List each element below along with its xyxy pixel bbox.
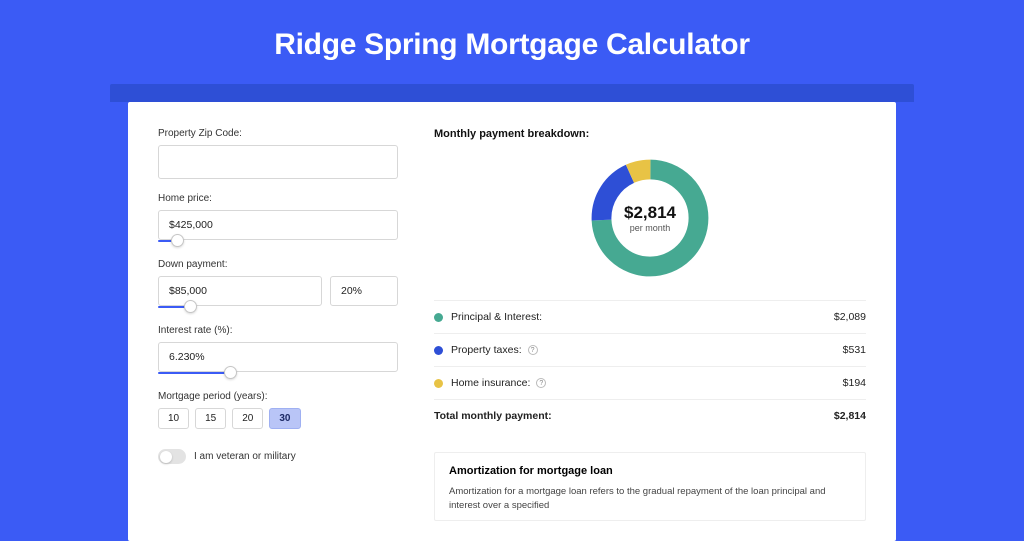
home-price-label: Home price: — [158, 193, 398, 204]
legend-label: Home insurance:? — [451, 377, 546, 389]
form-panel: Property Zip Code: Home price: Down paym… — [158, 128, 398, 521]
period-button-20[interactable]: 20 — [232, 408, 263, 429]
period-label: Mortgage period (years): — [158, 391, 398, 402]
veteran-toggle[interactable] — [158, 449, 186, 464]
period-button-30[interactable]: 30 — [269, 408, 300, 429]
home-price-slider[interactable] — [158, 239, 398, 245]
legend-label: Principal & Interest: — [451, 311, 542, 323]
down-payment-pct-input[interactable] — [330, 276, 398, 306]
legend-label: Property taxes:? — [451, 344, 538, 356]
period-group: 10 15 20 30 — [158, 408, 398, 429]
header-banner — [110, 84, 914, 102]
legend-dot-icon — [434, 379, 443, 388]
legend-row: Home insurance:? $194 — [434, 367, 866, 400]
legend-total-row: Total monthly payment: $2,814 — [434, 400, 866, 432]
help-icon[interactable]: ? — [528, 345, 538, 355]
amortization-text: Amortization for a mortgage loan refers … — [449, 485, 851, 514]
down-payment-slider[interactable] — [158, 305, 318, 311]
amortization-section: Amortization for mortgage loan Amortizat… — [434, 452, 866, 521]
zip-label: Property Zip Code: — [158, 128, 398, 139]
interest-rate-slider[interactable] — [158, 371, 398, 377]
amortization-title: Amortization for mortgage loan — [449, 465, 851, 477]
legend-row: Principal & Interest: $2,089 — [434, 301, 866, 334]
total-value: $2,814 — [834, 410, 866, 422]
legend-dot-icon — [434, 346, 443, 355]
donut-sub: per month — [630, 223, 671, 233]
donut-amount: $2,814 — [624, 203, 676, 223]
legend-row: Property taxes:? $531 — [434, 334, 866, 367]
veteran-label: I am veteran or military — [194, 451, 296, 462]
legend-value: $2,089 — [834, 311, 866, 323]
period-button-10[interactable]: 10 — [158, 408, 189, 429]
breakdown-panel: Monthly payment breakdown: $2,814 per mo… — [434, 128, 866, 521]
down-payment-label: Down payment: — [158, 259, 398, 270]
legend-value: $531 — [843, 344, 866, 356]
interest-rate-label: Interest rate (%): — [158, 325, 398, 336]
interest-rate-input[interactable] — [158, 342, 398, 372]
legend-dot-icon — [434, 313, 443, 322]
legend-value: $194 — [843, 377, 866, 389]
payment-donut-chart: $2,814 per month — [586, 154, 714, 282]
help-icon[interactable]: ? — [536, 378, 546, 388]
period-button-15[interactable]: 15 — [195, 408, 226, 429]
breakdown-title: Monthly payment breakdown: — [434, 128, 866, 140]
page-title: Ridge Spring Mortgage Calculator — [0, 0, 1024, 84]
total-label: Total monthly payment: — [434, 410, 552, 422]
down-payment-input[interactable] — [158, 276, 322, 306]
zip-input[interactable] — [158, 145, 398, 179]
legend: Principal & Interest: $2,089 Property taxe… — [434, 300, 866, 432]
home-price-input[interactable] — [158, 210, 398, 240]
calculator-card: Property Zip Code: Home price: Down paym… — [128, 102, 896, 541]
